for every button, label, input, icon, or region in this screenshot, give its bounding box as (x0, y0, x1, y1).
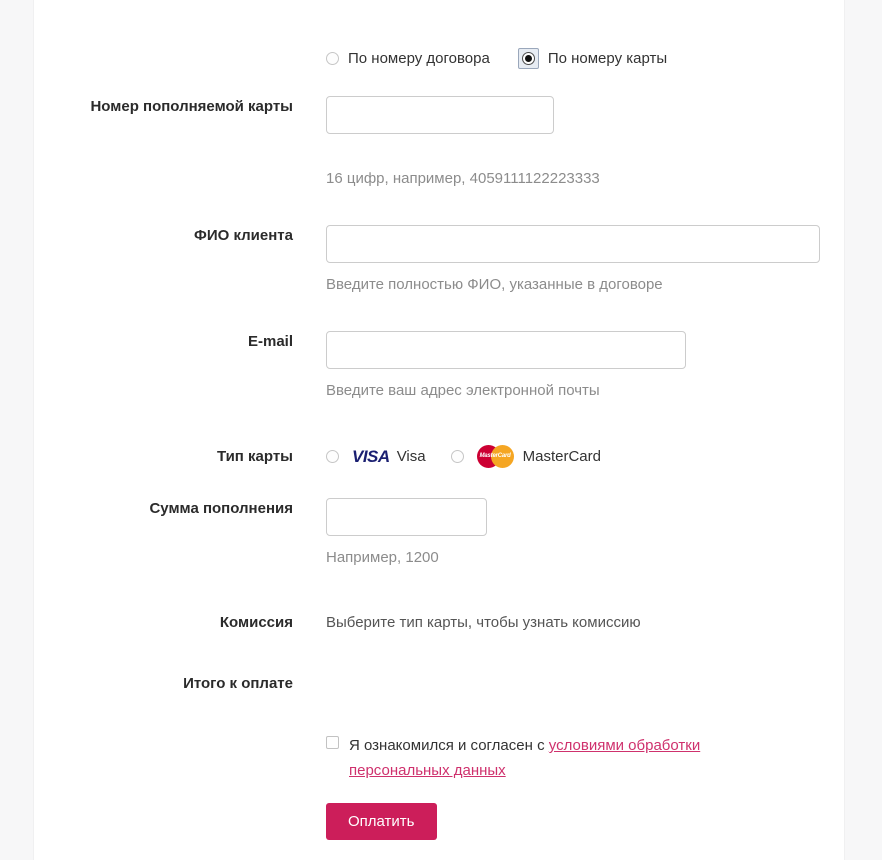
page-container: По номеру договора По номеру карты Номер… (33, 0, 845, 860)
card-number-row: Номер пополняемой карты (34, 96, 846, 134)
radio-by-contract-icon[interactable] (326, 52, 339, 65)
card-number-input[interactable] (326, 96, 554, 134)
total-label: Итого к оплате (183, 675, 293, 692)
radio-mastercard-icon[interactable] (450, 450, 464, 463)
mastercard-logo: MasterCard (476, 445, 514, 468)
agreement-wrap: Я ознакомился и согласен с условиями обр… (326, 733, 846, 783)
commission-value: Выберите тип карты, чтобы узнать комисси… (326, 614, 641, 631)
amount-hint: Например, 1200 (326, 549, 439, 566)
radio-by-card-focus-ring[interactable] (517, 48, 539, 69)
agreement-text-before: Я ознакомился и согласен с (349, 737, 549, 754)
full-name-hint-wrap: Введите полностью ФИО, указанные в догов… (326, 275, 846, 295)
full-name-row: ФИО клиента (34, 225, 846, 263)
full-name-label: ФИО клиента (194, 227, 293, 244)
card-topup-form: По номеру договора По номеру карты Номер… (34, 0, 844, 860)
radio-option-mastercard[interactable]: MasterCard MasterCard (450, 445, 601, 468)
agreement-text: Я ознакомился и согласен с условиями обр… (349, 733, 771, 783)
card-type-label: Тип карты (216, 448, 293, 465)
card-number-hint-row: 16 цифр, например, 4059111122223333 (34, 169, 846, 189)
amount-input[interactable] (326, 498, 487, 536)
payment-method-options: По номеру договора По номеру карты (326, 48, 846, 69)
commission-label: Комиссия (219, 614, 293, 631)
full-name-field-wrap (326, 225, 846, 263)
radio-option-by-card[interactable]: По номеру карты (517, 48, 668, 69)
total-row: Итого к оплате (34, 673, 846, 694)
agreement-checkbox[interactable] (326, 736, 339, 749)
agreement-row: Я ознакомился и согласен с условиями обр… (34, 733, 846, 783)
amount-label: Сумма пополнения (149, 500, 293, 517)
email-hint-wrap: Введите ваш адрес электронной почты (326, 381, 846, 401)
radio-visa-label: Visa (396, 448, 426, 465)
email-label: E-mail (247, 333, 293, 350)
card-type-row: Тип карты VISA Visa MasterCard MasterCar… (34, 445, 846, 468)
card-number-hint: 16 цифр, например, 4059111122223333 (326, 170, 600, 187)
radio-by-card-icon[interactable] (521, 52, 535, 65)
payment-method-row: По номеру договора По номеру карты (34, 48, 846, 69)
card-type-options: VISA Visa MasterCard MasterCard (326, 445, 846, 468)
full-name-hint-row: Введите полностью ФИО, указанные в догов… (34, 275, 846, 295)
commission-row: Комиссия Выберите тип карты, чтобы узнат… (34, 612, 846, 633)
radio-option-by-contract[interactable]: По номеру договора (326, 50, 490, 67)
amount-field-wrap (326, 498, 846, 536)
agreement-block: Я ознакомился и согласен с условиями обр… (326, 733, 846, 783)
pay-button[interactable]: Оплатить (326, 803, 437, 840)
full-name-input[interactable] (326, 225, 820, 263)
radio-by-card-label: По номеру карты (547, 50, 668, 67)
card-number-field-wrap (326, 96, 846, 134)
full-name-hint: Введите полностью ФИО, указанные в догов… (326, 276, 663, 293)
email-row: E-mail (34, 331, 846, 369)
visa-logo: VISA (352, 447, 390, 466)
amount-hint-wrap: Например, 1200 (326, 548, 846, 568)
submit-row: Оплатить (34, 803, 846, 840)
amount-row: Сумма пополнения (34, 498, 846, 536)
email-hint: Введите ваш адрес электронной почты (326, 382, 600, 399)
commission-value-wrap: Выберите тип карты, чтобы узнать комисси… (326, 612, 846, 633)
payment-method-radio-group: По номеру договора По номеру карты (326, 48, 846, 69)
amount-hint-row: Например, 1200 (34, 548, 846, 568)
radio-by-contract-label: По номеру договора (348, 50, 490, 67)
submit-wrap: Оплатить (326, 803, 846, 840)
radio-mastercard-label: MasterCard (522, 448, 601, 465)
card-number-label: Номер пополняемой карты (90, 98, 293, 115)
email-input[interactable] (326, 331, 686, 369)
radio-option-visa[interactable]: VISA Visa (326, 448, 426, 465)
card-type-radio-group: VISA Visa MasterCard MasterCard (326, 445, 846, 468)
email-hint-row: Введите ваш адрес электронной почты (34, 381, 846, 401)
card-number-hint-wrap: 16 цифр, например, 4059111122223333 (326, 169, 846, 189)
radio-visa-icon[interactable] (326, 450, 339, 463)
mastercard-logo-text: MasterCard (479, 453, 511, 459)
email-field-wrap (326, 331, 846, 369)
